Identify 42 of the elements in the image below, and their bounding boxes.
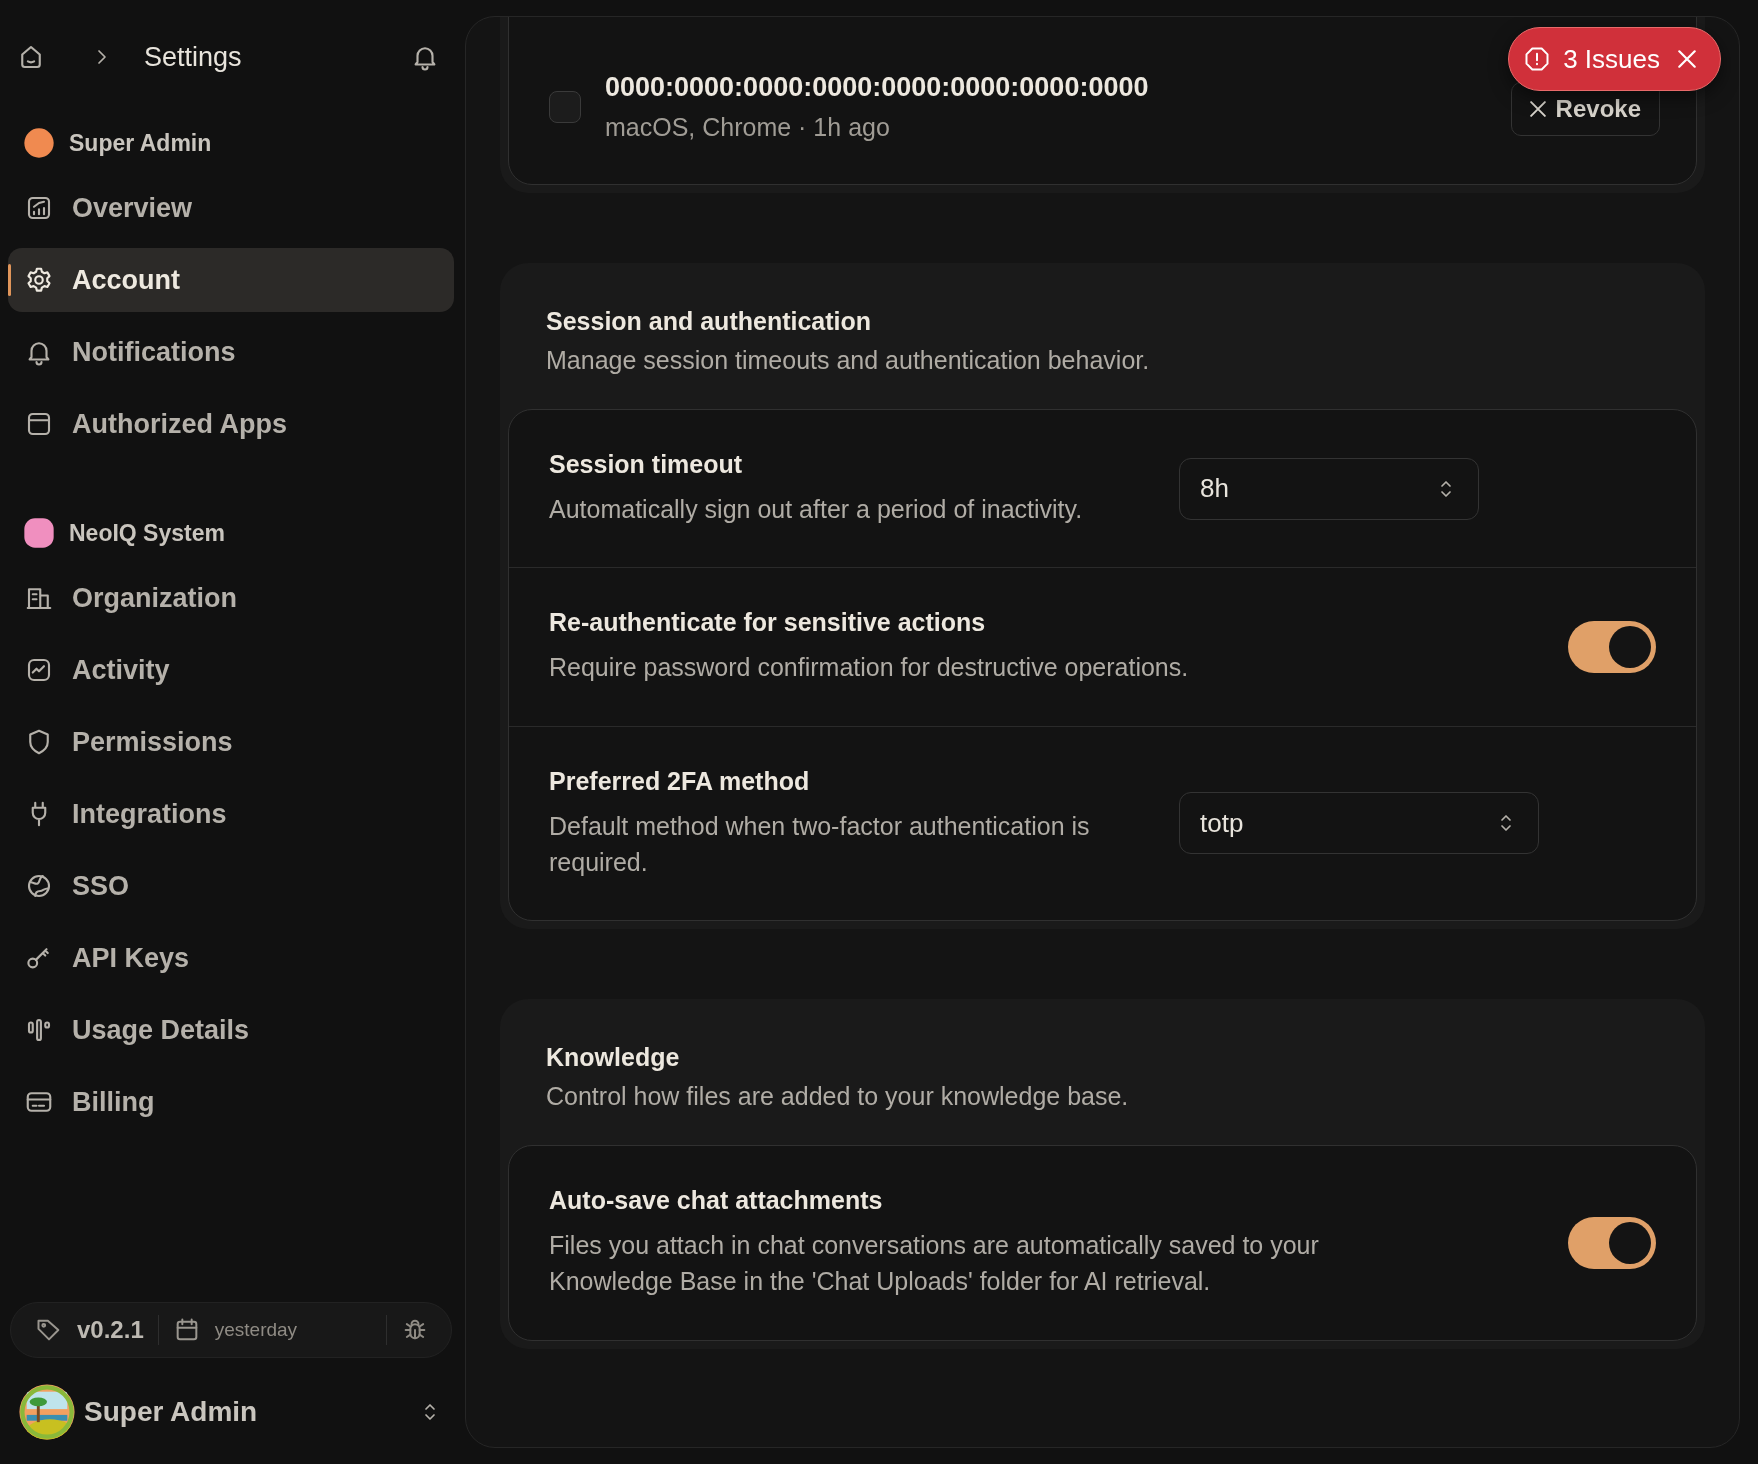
nav-item[interactable]: SSO <box>8 854 454 918</box>
nav-item[interactable]: Permissions <box>8 710 454 774</box>
version-label: v0.2.1 <box>77 1316 144 1344</box>
user-menu[interactable]: Super Admin <box>8 1376 454 1448</box>
section-description: Control how files are added to your knowledge base. <box>546 1082 1130 1111</box>
avatar <box>23 517 55 549</box>
setting-title: Auto-save chat attachments <box>549 1186 884 1215</box>
avatar <box>23 127 55 159</box>
nav-item[interactable]: API Keys <box>8 926 454 990</box>
group-label: NeoIQ System <box>69 519 225 547</box>
select-field[interactable]: totp <box>1179 792 1539 855</box>
setting-title: Session timeout <box>549 450 744 479</box>
nav-item[interactable]: Notifications <box>8 320 454 384</box>
nav-item[interactable]: Authorized Apps <box>8 392 454 456</box>
device-address: 0000:0000:0000:0000:0000:0000:0000:0000 <box>605 72 1150 103</box>
setting-title: Preferred 2FA method <box>549 766 811 796</box>
setting-description: Automatically sign out after a period of inactivity. <box>549 494 1084 525</box>
nav-item[interactable]: Activity <box>8 638 454 702</box>
close-icon <box>1529 101 1546 117</box>
device-meta: macOS, Chrome · 1h ago <box>605 113 891 142</box>
setting-description: Require password confirmation for destructive operations. <box>549 652 1190 684</box>
issues-toast[interactable]: 3 Issues <box>1508 27 1721 91</box>
close-icon <box>1678 50 1696 68</box>
nav-item[interactable]: Organization <box>8 566 454 630</box>
breadcrumb-title: Settings <box>144 41 243 73</box>
checkbox[interactable] <box>549 91 581 123</box>
setting-title: Re-authenticate for sensitive actions <box>549 608 987 638</box>
toggle-switch[interactable] <box>1568 1216 1656 1269</box>
group-label: Super Admin <box>69 129 212 157</box>
nav-item[interactable]: Overview <box>8 176 454 240</box>
setting-description: Default method when two-factor authentication is required. <box>549 810 1091 878</box>
toggle-switch[interactable] <box>1568 620 1656 673</box>
release-date: yesterday <box>214 1319 299 1341</box>
section-description: Manage session timeouts and authentication behavior. <box>546 346 1151 375</box>
section-title: Session and authentication <box>546 307 873 336</box>
nav-item[interactable]: Billing <box>8 1070 454 1134</box>
select-field[interactable]: 8h <box>1179 457 1479 520</box>
nav-item[interactable]: Usage Details <box>8 998 454 1062</box>
section-title: Knowledge <box>546 1043 681 1072</box>
setting-description: Files you attach in chat conversations are automatically saved to your Knowledge Base in the 'Chat Uploads' folder for AI retrieval. <box>549 1230 1320 1298</box>
nav-item[interactable]: Account <box>8 248 454 312</box>
nav-item[interactable]: Integrations <box>8 782 454 846</box>
